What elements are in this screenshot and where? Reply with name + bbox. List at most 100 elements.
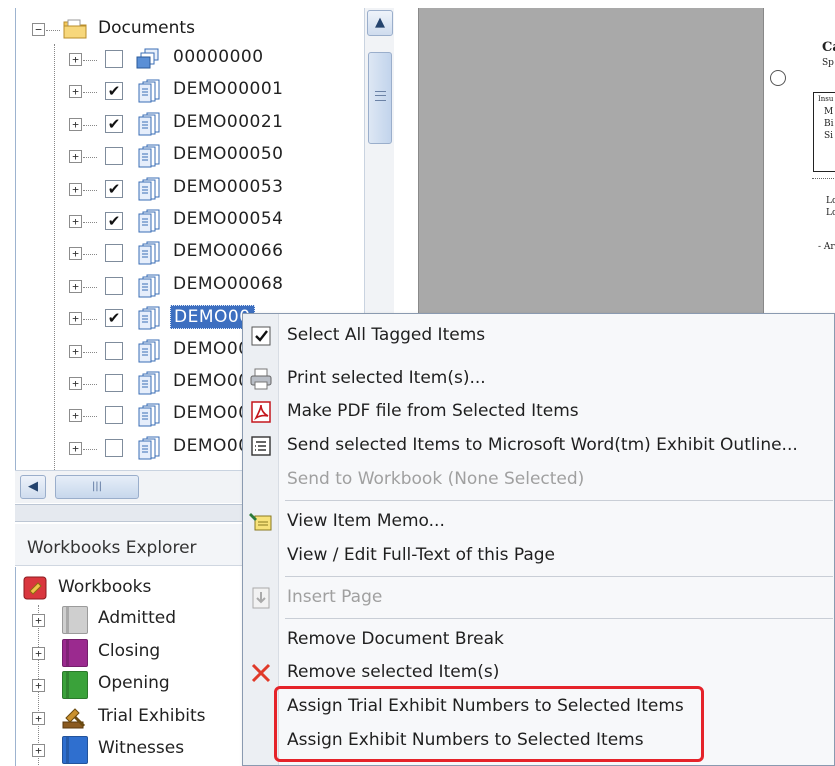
document-label[interactable]: DEMO00068	[170, 273, 286, 295]
tag-checkbox[interactable]	[105, 374, 123, 392]
tag-checkbox[interactable]	[105, 341, 123, 360]
expand-icon[interactable]: +	[69, 150, 82, 164]
workbook-label: Admitted	[98, 608, 176, 628]
expand-icon[interactable]: +	[69, 215, 82, 228]
menu-separator	[285, 618, 833, 619]
menu-item-remove-document-break[interactable]: Remove Document Break	[243, 624, 834, 656]
expand-icon[interactable]: +	[69, 85, 82, 99]
workbook-item[interactable]: + Trial Exhibits	[16, 703, 244, 733]
workbooks-explorer-title: Workbooks Explorer	[27, 538, 197, 558]
menu-item-remove-selected[interactable]: Remove selected Item(s)	[243, 657, 834, 689]
expand-icon[interactable]: +	[32, 744, 45, 758]
document-label[interactable]: 00000000	[170, 46, 267, 68]
menu-item-send-to-word[interactable]: Send selected Items to Microsoft Word(tm…	[243, 430, 834, 462]
preview-background	[418, 8, 763, 333]
tag-checkbox[interactable]: ✔	[105, 179, 123, 198]
workbook-item[interactable]: + Witnesses	[16, 735, 244, 765]
menu-item-label: Remove selected Item(s)	[287, 662, 500, 682]
tag-checkbox[interactable]	[105, 244, 123, 263]
document-stack-icon	[138, 177, 160, 201]
tree-connector	[83, 189, 97, 191]
expand-icon[interactable]: +	[32, 614, 45, 627]
expand-icon[interactable]: +	[69, 344, 82, 358]
expand-icon[interactable]: +	[32, 711, 45, 725]
tag-checkbox[interactable]	[105, 50, 123, 68]
expand-icon[interactable]: +	[69, 377, 82, 390]
expand-icon[interactable]: +	[69, 182, 82, 196]
tree-row-document[interactable]: + DEMO00066	[16, 238, 366, 268]
expand-icon[interactable]: +	[32, 646, 45, 660]
menu-item-assign-exhibit-numbers[interactable]: Assign Exhibit Numbers to Selected Items	[243, 725, 834, 757]
document-label[interactable]: DEMO00	[170, 435, 253, 457]
menu-item-select-all-tagged[interactable]: Select All Tagged Items	[243, 320, 834, 352]
document-label[interactable]: DEMO00066	[170, 240, 286, 262]
workbook-item[interactable]: + Admitted	[16, 605, 244, 635]
expand-icon[interactable]: +	[69, 279, 82, 293]
document-label[interactable]: DEMO00053	[170, 176, 286, 198]
menu-item-view-edit-full-text[interactable]: View / Edit Full-Text of this Page	[243, 540, 834, 572]
menu-item-insert-page: Insert Page	[243, 582, 834, 614]
tree-row-document[interactable]: +00000000	[16, 44, 366, 74]
horizontal-scroll-thumb[interactable]: |||	[55, 475, 139, 499]
document-label[interactable]: DEMO00050	[170, 143, 286, 165]
expand-icon[interactable]: +	[69, 247, 82, 261]
page-text: M	[824, 107, 834, 117]
tag-checkbox[interactable]: ✔	[105, 212, 123, 230]
tag-checkbox[interactable]	[105, 406, 123, 425]
page-text: Bi	[824, 119, 834, 129]
collapse-icon[interactable]: −	[32, 23, 45, 36]
workbooks-root-row[interactable]: Workbooks	[16, 573, 244, 603]
tree-connector	[83, 60, 97, 61]
workbook-item[interactable]: + Opening	[16, 670, 244, 700]
menu-item-view-memo[interactable]: View Item Memo...	[243, 506, 834, 538]
tag-checkbox[interactable]	[105, 438, 123, 457]
workbooks-root-label: Workbooks	[58, 577, 152, 597]
document-page-preview[interactable]: Ca Sp Insu M Bi Si Lo Lo - Ar	[763, 8, 835, 333]
tree-root-row[interactable]: − Documents	[16, 14, 366, 44]
tag-checkbox[interactable]	[105, 276, 123, 295]
page-text: Sp	[822, 58, 834, 68]
expand-icon[interactable]: +	[69, 53, 82, 66]
expand-icon[interactable]: +	[69, 409, 82, 423]
menu-item-make-pdf[interactable]: Make PDF file from Selected Items	[243, 396, 834, 428]
menu-item-print-selected[interactable]: Print selected Item(s)...	[243, 363, 834, 395]
scroll-left-icon[interactable]: ◀	[20, 475, 46, 499]
menu-item-label: Insert Page	[287, 587, 383, 607]
document-label[interactable]: DEMO00001	[170, 78, 286, 100]
workbook-label: Trial Exhibits	[98, 705, 206, 726]
tag-checkbox[interactable]: ✔	[105, 114, 123, 133]
document-label[interactable]: DEMO00054	[170, 208, 286, 230]
workbook-book-icon	[62, 671, 88, 700]
menu-item-label: Make PDF file from Selected Items	[287, 401, 579, 421]
workbook-label: Opening	[98, 673, 170, 694]
menu-item-assign-trial-exhibit-numbers[interactable]: Assign Trial Exhibit Numbers to Selected…	[243, 691, 834, 723]
expand-icon[interactable]: +	[32, 679, 45, 693]
tag-checkbox[interactable]: ✔	[105, 309, 123, 328]
expand-icon[interactable]: +	[69, 312, 82, 326]
workbook-label: Witnesses	[98, 738, 185, 759]
tree-row-document[interactable]: + ✔ DEMO00001	[16, 76, 366, 106]
tree-row-document[interactable]: + ✔ DEMO00021	[16, 109, 366, 139]
workbook-item[interactable]: + Closing	[16, 638, 244, 668]
document-label[interactable]: DEMO00	[170, 338, 253, 360]
document-label[interactable]: DEMO00	[170, 402, 253, 424]
tree-row-document[interactable]: + ✔ DEMO00054	[16, 206, 366, 236]
scroll-up-icon[interactable]: ▲	[367, 10, 393, 36]
document-stack-icon	[138, 112, 160, 136]
workbooks-tree: Workbooks + Admitted + Closing + Opening + Tria…	[15, 567, 243, 766]
expand-icon[interactable]: +	[69, 441, 82, 455]
expand-icon[interactable]: +	[69, 117, 82, 131]
tree-row-document[interactable]: + ✔ DEMO00053	[16, 174, 366, 204]
document-label[interactable]: DEMO00021	[170, 111, 286, 133]
outline-icon	[251, 436, 271, 456]
tree-connector	[83, 124, 97, 126]
folder-icon	[63, 19, 87, 39]
tag-checkbox[interactable]: ✔	[105, 82, 123, 101]
page-box: Insu M Bi Si	[813, 92, 835, 172]
tree-row-document[interactable]: + DEMO00068	[16, 271, 366, 301]
tree-row-document[interactable]: + DEMO00050	[16, 141, 366, 171]
tag-checkbox[interactable]	[105, 147, 123, 166]
document-label[interactable]: DEMO00	[170, 370, 253, 392]
scroll-thumb[interactable]	[368, 52, 392, 144]
pane-splitter[interactable]	[15, 504, 243, 522]
